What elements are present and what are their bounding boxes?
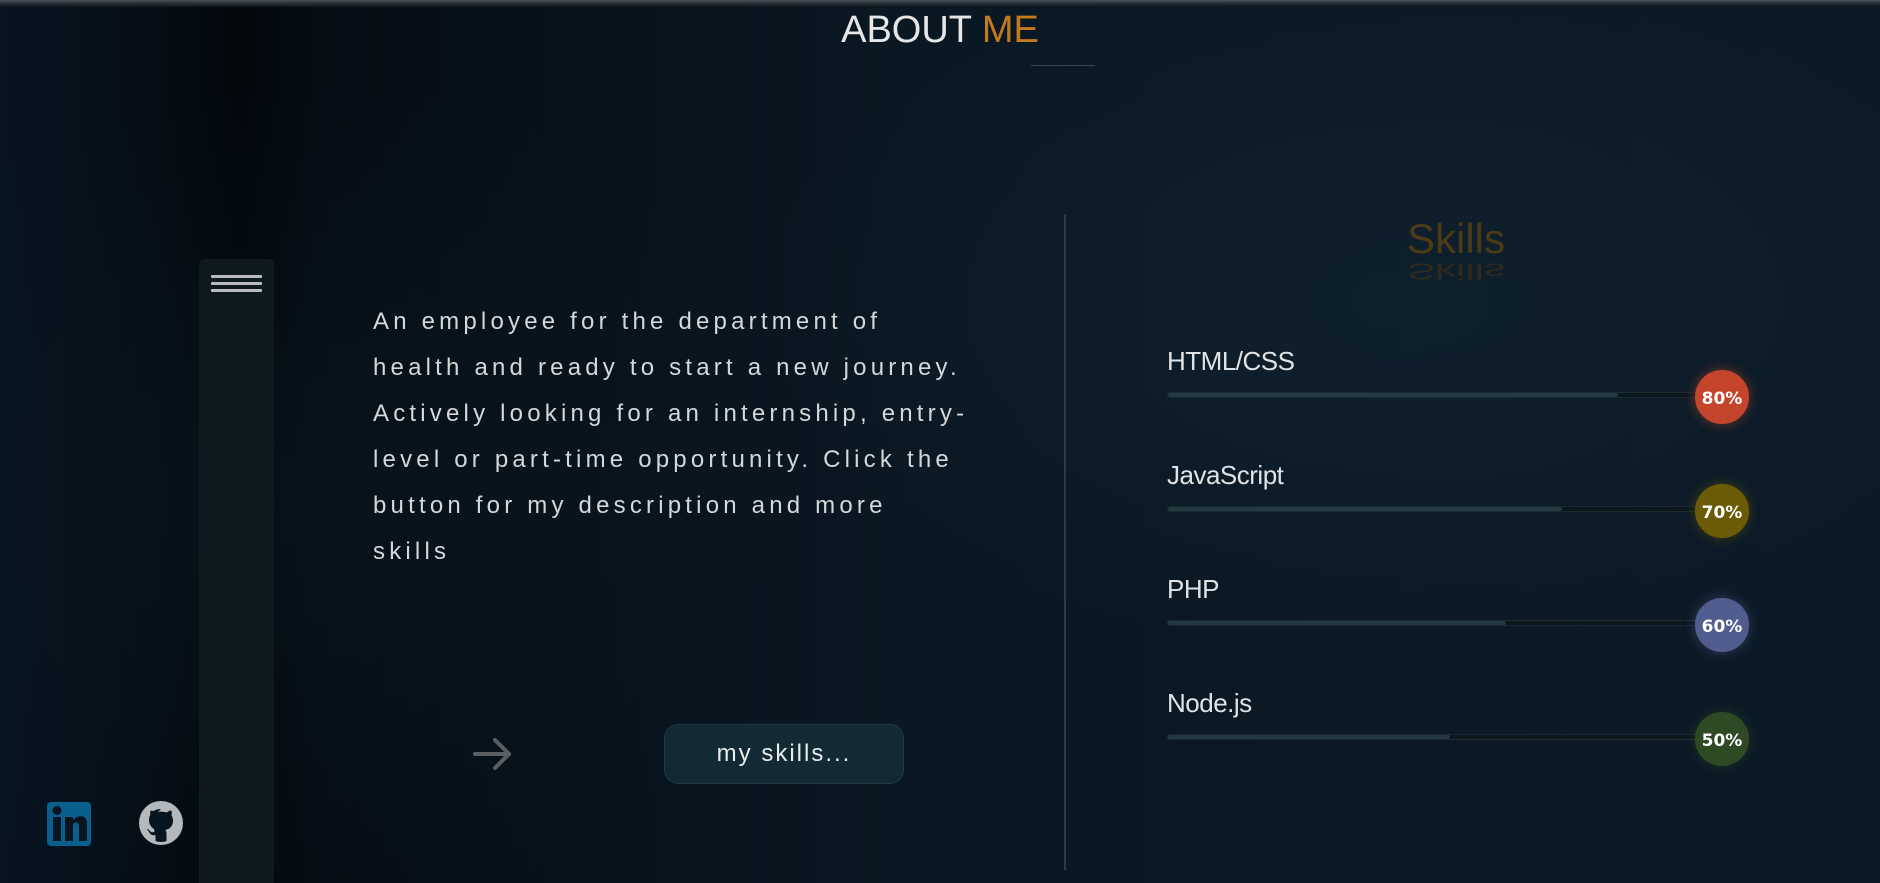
my-skills-button[interactable]: my skills... xyxy=(664,724,904,784)
skill-name: HTML/CSS xyxy=(1167,346,1295,376)
page-title-part2: ME xyxy=(981,9,1039,51)
vertical-divider xyxy=(1064,214,1066,870)
page-title-part1: ABOUT xyxy=(841,9,972,51)
skill-progress-track xyxy=(1167,620,1732,626)
arrow-right-icon xyxy=(472,733,514,775)
skill-percent-badge: 60% xyxy=(1695,598,1749,652)
skill-name: Node.js xyxy=(1167,688,1252,718)
skill-row: HTML/CSS 80% xyxy=(1167,343,1757,424)
about-description: An employee for the department of health… xyxy=(373,308,969,565)
skill-progress-fill xyxy=(1168,507,1563,511)
skill-progress-fill xyxy=(1168,393,1619,397)
hamburger-line xyxy=(211,289,262,292)
title-underline xyxy=(1031,65,1095,66)
skill-progress-track xyxy=(1167,392,1732,398)
hamburger-line xyxy=(211,282,262,285)
skill-name: JavaScript xyxy=(1167,460,1284,490)
skills-heading-reflection-text: Skills xyxy=(1406,258,1505,285)
hamburger-menu-icon[interactable] xyxy=(211,275,262,303)
github-icon[interactable] xyxy=(138,800,184,846)
skill-progress-track xyxy=(1167,506,1732,512)
page-title: ABOUT ME xyxy=(0,6,1880,54)
skill-name: PHP xyxy=(1167,574,1219,604)
sidebar xyxy=(199,259,274,883)
skill-row: PHP 60% xyxy=(1167,571,1757,652)
skills-heading-reflection: Skills xyxy=(1300,257,1612,285)
skill-row: Node.js 50% xyxy=(1167,685,1757,766)
skill-progress-track xyxy=(1167,734,1732,740)
skill-percent-badge: 80% xyxy=(1695,370,1749,424)
skill-percent-badge: 50% xyxy=(1695,712,1749,766)
hamburger-line xyxy=(211,275,262,278)
skill-progress-fill xyxy=(1168,735,1450,739)
about-me-section: ABOUT ME An employee for the department … xyxy=(0,0,1880,883)
skill-progress-fill xyxy=(1168,621,1506,625)
linkedin-icon[interactable] xyxy=(47,802,91,846)
skill-row: JavaScript 70% xyxy=(1167,457,1757,538)
skill-percent-badge: 70% xyxy=(1695,484,1749,538)
